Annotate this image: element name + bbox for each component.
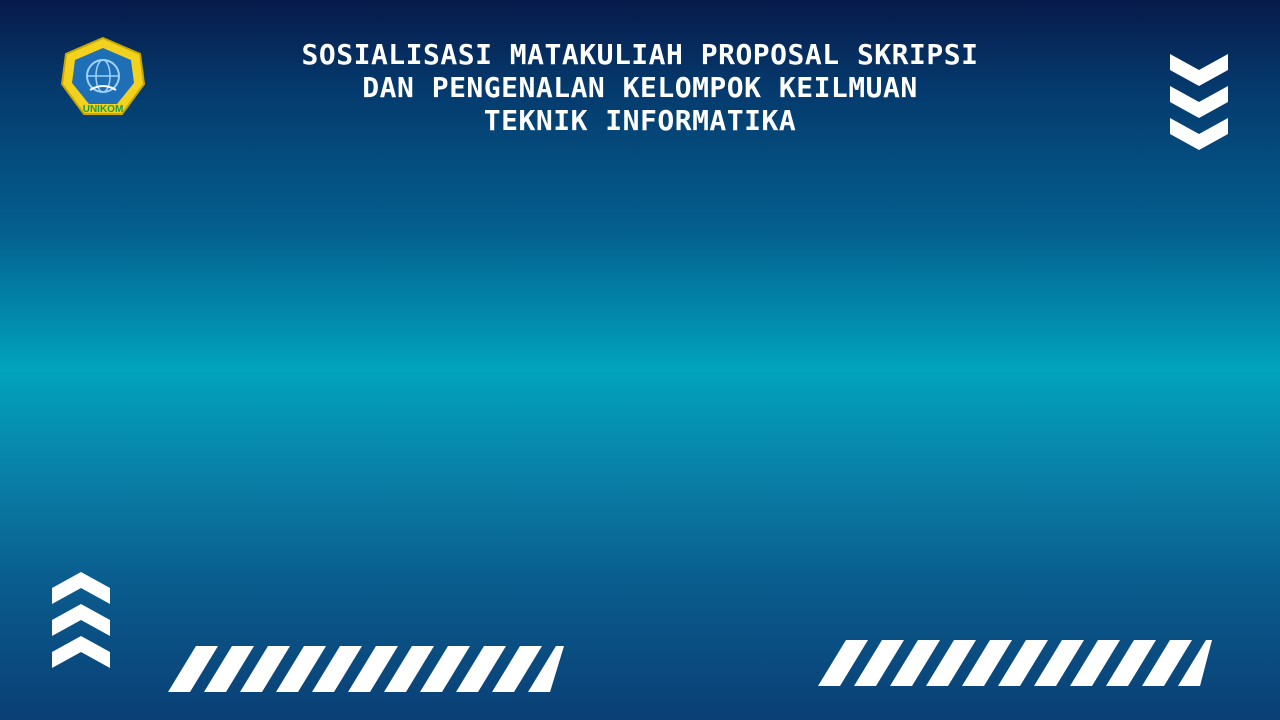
chevron-down-icon <box>1170 54 1228 150</box>
logo-badge-text: UNIKOM <box>83 104 124 115</box>
diagonal-stripes-right <box>818 640 1212 686</box>
diagonal-stripes-left <box>168 646 564 692</box>
slide-title: SOSIALISASI MATAKULIAH PROPOSAL SKRIPSI … <box>190 38 1090 137</box>
title-line-3: TEKNIK INFORMATIKA <box>483 104 797 137</box>
unikom-logo: UNIKOM <box>60 36 146 115</box>
title-line-2: DAN PENGENALAN KELOMPOK KEILMUAN <box>362 71 918 104</box>
chevron-up-icon <box>52 572 110 668</box>
title-line-1: SOSIALISASI MATAKULIAH PROPOSAL SKRIPSI <box>301 38 979 71</box>
